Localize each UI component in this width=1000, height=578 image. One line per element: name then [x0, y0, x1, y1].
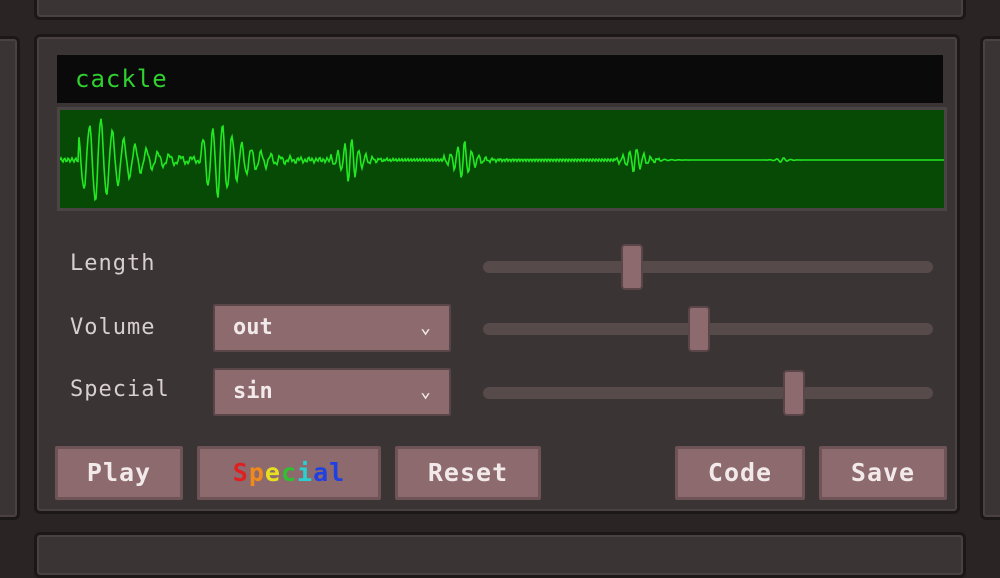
play-button[interactable]: Play [55, 446, 183, 500]
neighbor-panel-bottom [34, 532, 966, 578]
chevron-down-icon: ⌄ [420, 381, 431, 402]
special-slider[interactable] [483, 370, 933, 416]
volume-select[interactable]: out ⌄ [213, 304, 451, 352]
volume-slider[interactable] [483, 306, 933, 352]
chevron-down-icon: ⌄ [420, 317, 431, 338]
neighbor-panel-top [34, 0, 966, 20]
special-select-value: sin [233, 379, 273, 404]
special-slider-thumb[interactable] [782, 370, 805, 416]
special-label: Special [70, 377, 170, 402]
waveform-display [57, 107, 947, 211]
sound-name[interactable]: cackle [57, 55, 943, 103]
special-button-label: Special [232, 458, 346, 487]
special-select[interactable]: sin ⌄ [213, 368, 451, 416]
save-button[interactable]: Save [819, 446, 947, 500]
length-slider-thumb[interactable] [620, 244, 643, 290]
volume-slider-thumb[interactable] [688, 306, 710, 352]
reset-button[interactable]: Reset [395, 446, 541, 500]
volume-select-value: out [233, 315, 273, 340]
neighbor-panel-right [980, 36, 1000, 520]
length-label: Length [70, 251, 156, 276]
neighbor-panel-left [0, 36, 20, 520]
waveform-icon [60, 118, 944, 202]
length-slider[interactable] [483, 244, 933, 290]
special-button[interactable]: Special [197, 446, 381, 500]
volume-label: Volume [70, 315, 156, 340]
code-button[interactable]: Code [675, 446, 805, 500]
sound-panel: cackle Length Volume out ⌄ Special sin ⌄… [34, 34, 960, 514]
